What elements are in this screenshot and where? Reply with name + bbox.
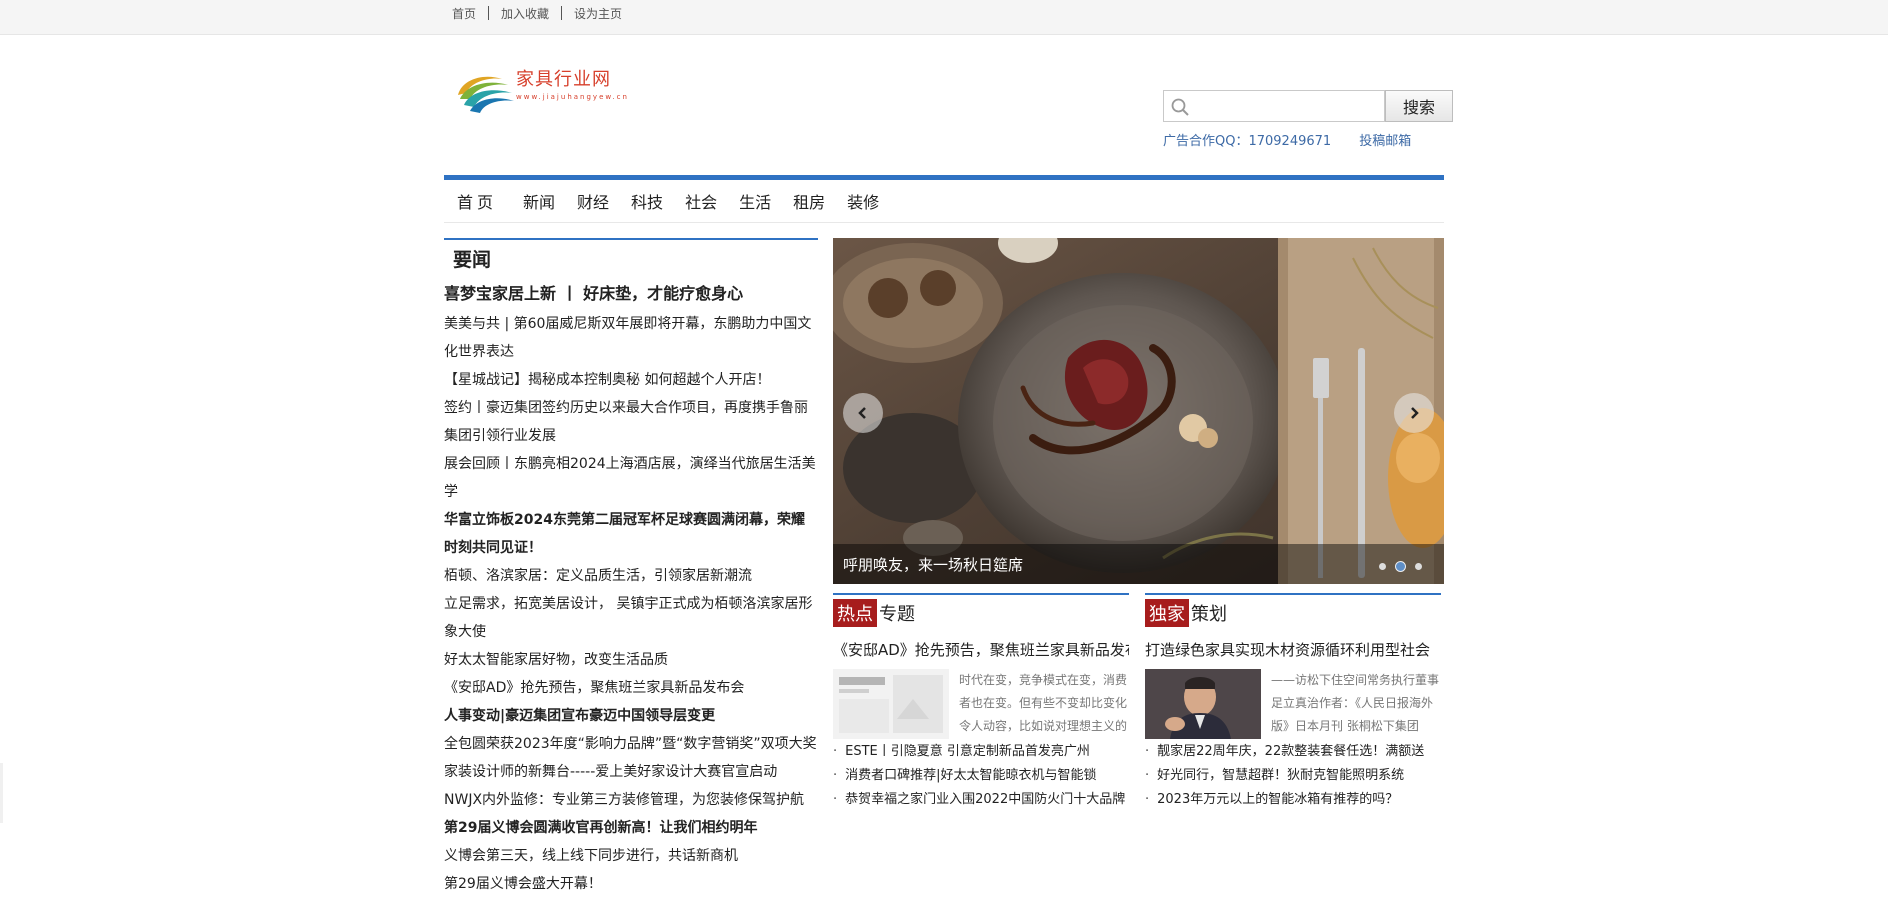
headline-item[interactable]: 人事变动|豪迈集团宣布豪迈中国领导层变更 — [444, 702, 818, 730]
nav-item-rent[interactable]: 租房 — [793, 189, 825, 213]
headlines-list: 喜梦宝家居上新 丨 好床垫，才能疗愈身心 美美与共 | 第60届威尼斯双年展即将开… — [444, 278, 818, 898]
chevron-left-icon — [858, 407, 866, 419]
exclusive-desc: ——访松下住空间常务执行董事足立真治作者：《人民日报海外版》日本月刊 张桐松下集… — [1271, 673, 1440, 733]
exclusive-title: 独家 策划 — [1145, 593, 1441, 631]
nav-item-life[interactable]: 生活 — [739, 189, 771, 213]
hot-topic-label: 专题 — [879, 604, 915, 625]
nav-item-tech[interactable]: 科技 — [631, 189, 663, 213]
logo-url: www.jiajuhangyew.cn — [516, 93, 629, 101]
hot-topic-feature: 时代在变，竞争模式在变，消费者也在变。但有些不变却比变化令人动容，比如说对理想主… — [833, 669, 1129, 739]
carousel-dot[interactable] — [1379, 563, 1386, 570]
headline-item[interactable]: 《安邸AD》抢先预告，聚焦班兰家具新品发布会 — [444, 674, 818, 702]
list-item[interactable]: 消费者口碑推荐|好太太智能晾衣机与智能锁 — [833, 764, 1129, 788]
main-nav: 首页 新闻 财经 科技 社会 生活 租房 装修 — [444, 175, 1444, 223]
headlines-section: 要闻 喜梦宝家居上新 丨 好床垫，才能疗愈身心 美美与共 | 第60届威尼斯双年展… — [444, 238, 818, 898]
headline-item[interactable]: 立足需求，拓宽美居设计， 吴镇宇正式成为栢顿洛滨家居形象大使 — [444, 590, 818, 646]
logo-swirl-icon — [458, 76, 514, 113]
search-button[interactable]: 搜索 — [1385, 90, 1453, 122]
list-item[interactable]: 2023年万元以上的智能冰箱有推荐的吗？ — [1145, 788, 1441, 812]
headline-item[interactable]: NWJX内外监修：专业第三方装修管理，为您装修保驾护航 — [444, 786, 818, 814]
hot-topic-desc: 时代在变，竞争模式在变，消费者也在变。但有些不变却比变化令人动容，比如说对理想主… — [959, 673, 1128, 733]
exclusive-column: 独家 策划 打造绿色家具实现木材资源循环利用型社会 ——访松下住空间常务执行董事… — [1145, 593, 1441, 812]
top-bar: 首页 加入收藏 设为主页 — [0, 0, 1888, 35]
carousel-dot[interactable] — [1415, 563, 1422, 570]
exclusive-headline[interactable]: 打造绿色家具实现木材资源循环利用型社会 — [1145, 637, 1441, 663]
exclusive-tag: 独家 — [1145, 599, 1189, 627]
nav-item-society[interactable]: 社会 — [685, 189, 717, 213]
top-links: 首页 加入收藏 设为主页 — [444, 0, 1444, 26]
list-item[interactable]: 靓家居22周年庆，22款整装套餐任选！满额送 — [1145, 740, 1441, 764]
top-link-home[interactable]: 首页 — [452, 5, 476, 22]
top-link-bookmark[interactable]: 加入收藏 — [501, 5, 549, 22]
top-link-set-homepage[interactable]: 设为主页 — [574, 5, 622, 22]
carousel-next-button[interactable] — [1394, 393, 1434, 433]
contact-info: 广告合作QQ：1709249671 投稿邮箱 — [1163, 130, 1411, 149]
list-item[interactable]: 恭贺幸福之家门业入围2022中国防火门十大品牌 — [833, 788, 1129, 812]
headline-item[interactable]: 好太太智能家居好物，改变生活品质 — [444, 646, 818, 674]
list-item[interactable]: 好光同行，智慧超群！狄耐克智能照明系统 — [1145, 764, 1441, 788]
hot-tag: 热点 — [833, 599, 877, 627]
hot-topic-links: ESTE丨引隐夏意 引意定制新品首发亮广州消费者口碑推荐|好太太智能晾衣机与智能… — [833, 740, 1129, 812]
hot-topic-headline[interactable]: 《安邸AD》抢先预告，聚焦班兰家具新品发布会 — [833, 637, 1129, 663]
search-form: 搜索 — [1163, 90, 1453, 122]
headline-item[interactable]: 签约丨豪迈集团签约历史以来最大合作项目，再度携手鲁丽集团引领行业发展 — [444, 394, 818, 450]
main-content: 要闻 喜梦宝家居上新 丨 好床垫，才能疗愈身心 美美与共 | 第60届威尼斯双年展… — [444, 238, 1444, 898]
image-carousel[interactable]: 呼朋唤友，来一场秋日筵席 — [833, 238, 1444, 584]
divider — [561, 6, 563, 20]
search-input[interactable] — [1164, 91, 1384, 121]
carousel-prev-button[interactable] — [843, 393, 883, 433]
page-wrapper: 家具行业网 www.jiajuhangyew.cn 搜索 广告合作QQ：1709… — [444, 35, 1453, 898]
headline-item[interactable]: 展会回顾丨东鹏亮相2024上海酒店展，演绎当代旅居生活美学 — [444, 450, 818, 506]
side-tab — [0, 763, 3, 823]
divider — [488, 6, 490, 20]
carousel-caption[interactable]: 呼朋唤友，来一场秋日筵席 — [843, 554, 1023, 575]
nav-item-news[interactable]: 新闻 — [523, 189, 555, 213]
logo-name: 家具行业网 — [516, 69, 611, 90]
list-item[interactable]: ESTE丨引隐夏意 引意定制新品首发亮广州 — [833, 740, 1129, 764]
search-box — [1163, 90, 1385, 122]
headline-item[interactable]: 全包圆荣获2023年度“影响力品牌”暨“数字营销奖”双项大奖 — [444, 730, 818, 758]
exclusive-links: 靓家居22周年庆，22款整装套餐任选！满额送好光同行，智慧超群！狄耐克智能照明系… — [1145, 740, 1441, 812]
headline-item[interactable]: 家装设计师的新舞台-----爱上美好家设计大赛官宣启动 — [444, 758, 818, 786]
headline-item[interactable]: 【星城战记】揭秘成本控制奥秘 如何超越个人开店！ — [444, 366, 818, 394]
logo-text: 家具行业网 www.jiajuhangyew.cn — [516, 69, 629, 101]
headline-item[interactable]: 第29届义博会盛大开幕！ — [444, 870, 818, 898]
submit-mail-link[interactable]: 投稿邮箱 — [1359, 130, 1411, 149]
headline-item[interactable]: 喜梦宝家居上新 丨 好床垫，才能疗愈身心 — [444, 278, 818, 310]
headline-item[interactable]: 栢顿、洛滨家居：定义品质生活，引领家居新潮流 — [444, 562, 818, 590]
exclusive-thumbnail[interactable] — [1145, 669, 1261, 739]
headline-item[interactable]: 义博会第三天，线上线下同步进行，共话新商机 — [444, 842, 818, 870]
carousel-caption-bar: 呼朋唤友，来一场秋日筵席 — [833, 544, 1444, 584]
carousel-dot[interactable] — [1395, 561, 1406, 572]
headlines-title: 要闻 — [444, 238, 818, 276]
topic-columns: 热点 专题 《安邸AD》抢先预告，聚焦班兰家具新品发布会 时代在变，竞争模式在变… — [833, 593, 1444, 812]
carousel-dots — [1370, 561, 1422, 572]
carousel-photo — [833, 238, 1444, 584]
feature-section: 呼朋唤友，来一场秋日筵席 热点 专题 《安邸AD》抢先预告，聚焦班兰家具新品发布… — [833, 238, 1444, 898]
site-logo[interactable]: 家具行业网 www.jiajuhangyew.cn — [454, 69, 629, 117]
headline-item[interactable]: 华富立饰板2024东莞第二届冠军杯足球赛圆满闭幕，荣耀时刻共同见证！ — [444, 506, 818, 562]
headline-item[interactable]: 美美与共 | 第60届威尼斯双年展即将开幕，东鹏助力中国文化世界表达 — [444, 310, 818, 366]
ad-contact-text: 广告合作QQ：1709249671 — [1163, 134, 1332, 149]
hot-topic-column: 热点 专题 《安邸AD》抢先预告，聚焦班兰家具新品发布会 时代在变，竞争模式在变… — [833, 593, 1129, 812]
hot-topic-thumbnail[interactable] — [833, 669, 949, 739]
exclusive-feature: ——访松下住空间常务执行董事足立真治作者：《人民日报海外版》日本月刊 张桐松下集… — [1145, 669, 1441, 739]
exclusive-label: 策划 — [1191, 604, 1227, 625]
chevron-right-icon — [1411, 407, 1419, 419]
site-header: 家具行业网 www.jiajuhangyew.cn 搜索 广告合作QQ：1709… — [444, 35, 1453, 175]
nav-item-home[interactable]: 首页 — [457, 189, 497, 213]
headline-item[interactable]: 第29届义博会圆满收官再创新高！让我们相约明年 — [444, 814, 818, 842]
hot-topic-title: 热点 专题 — [833, 593, 1129, 631]
nav-item-decoration[interactable]: 装修 — [847, 189, 879, 213]
nav-item-finance[interactable]: 财经 — [577, 189, 609, 213]
search-icon — [1171, 98, 1189, 116]
